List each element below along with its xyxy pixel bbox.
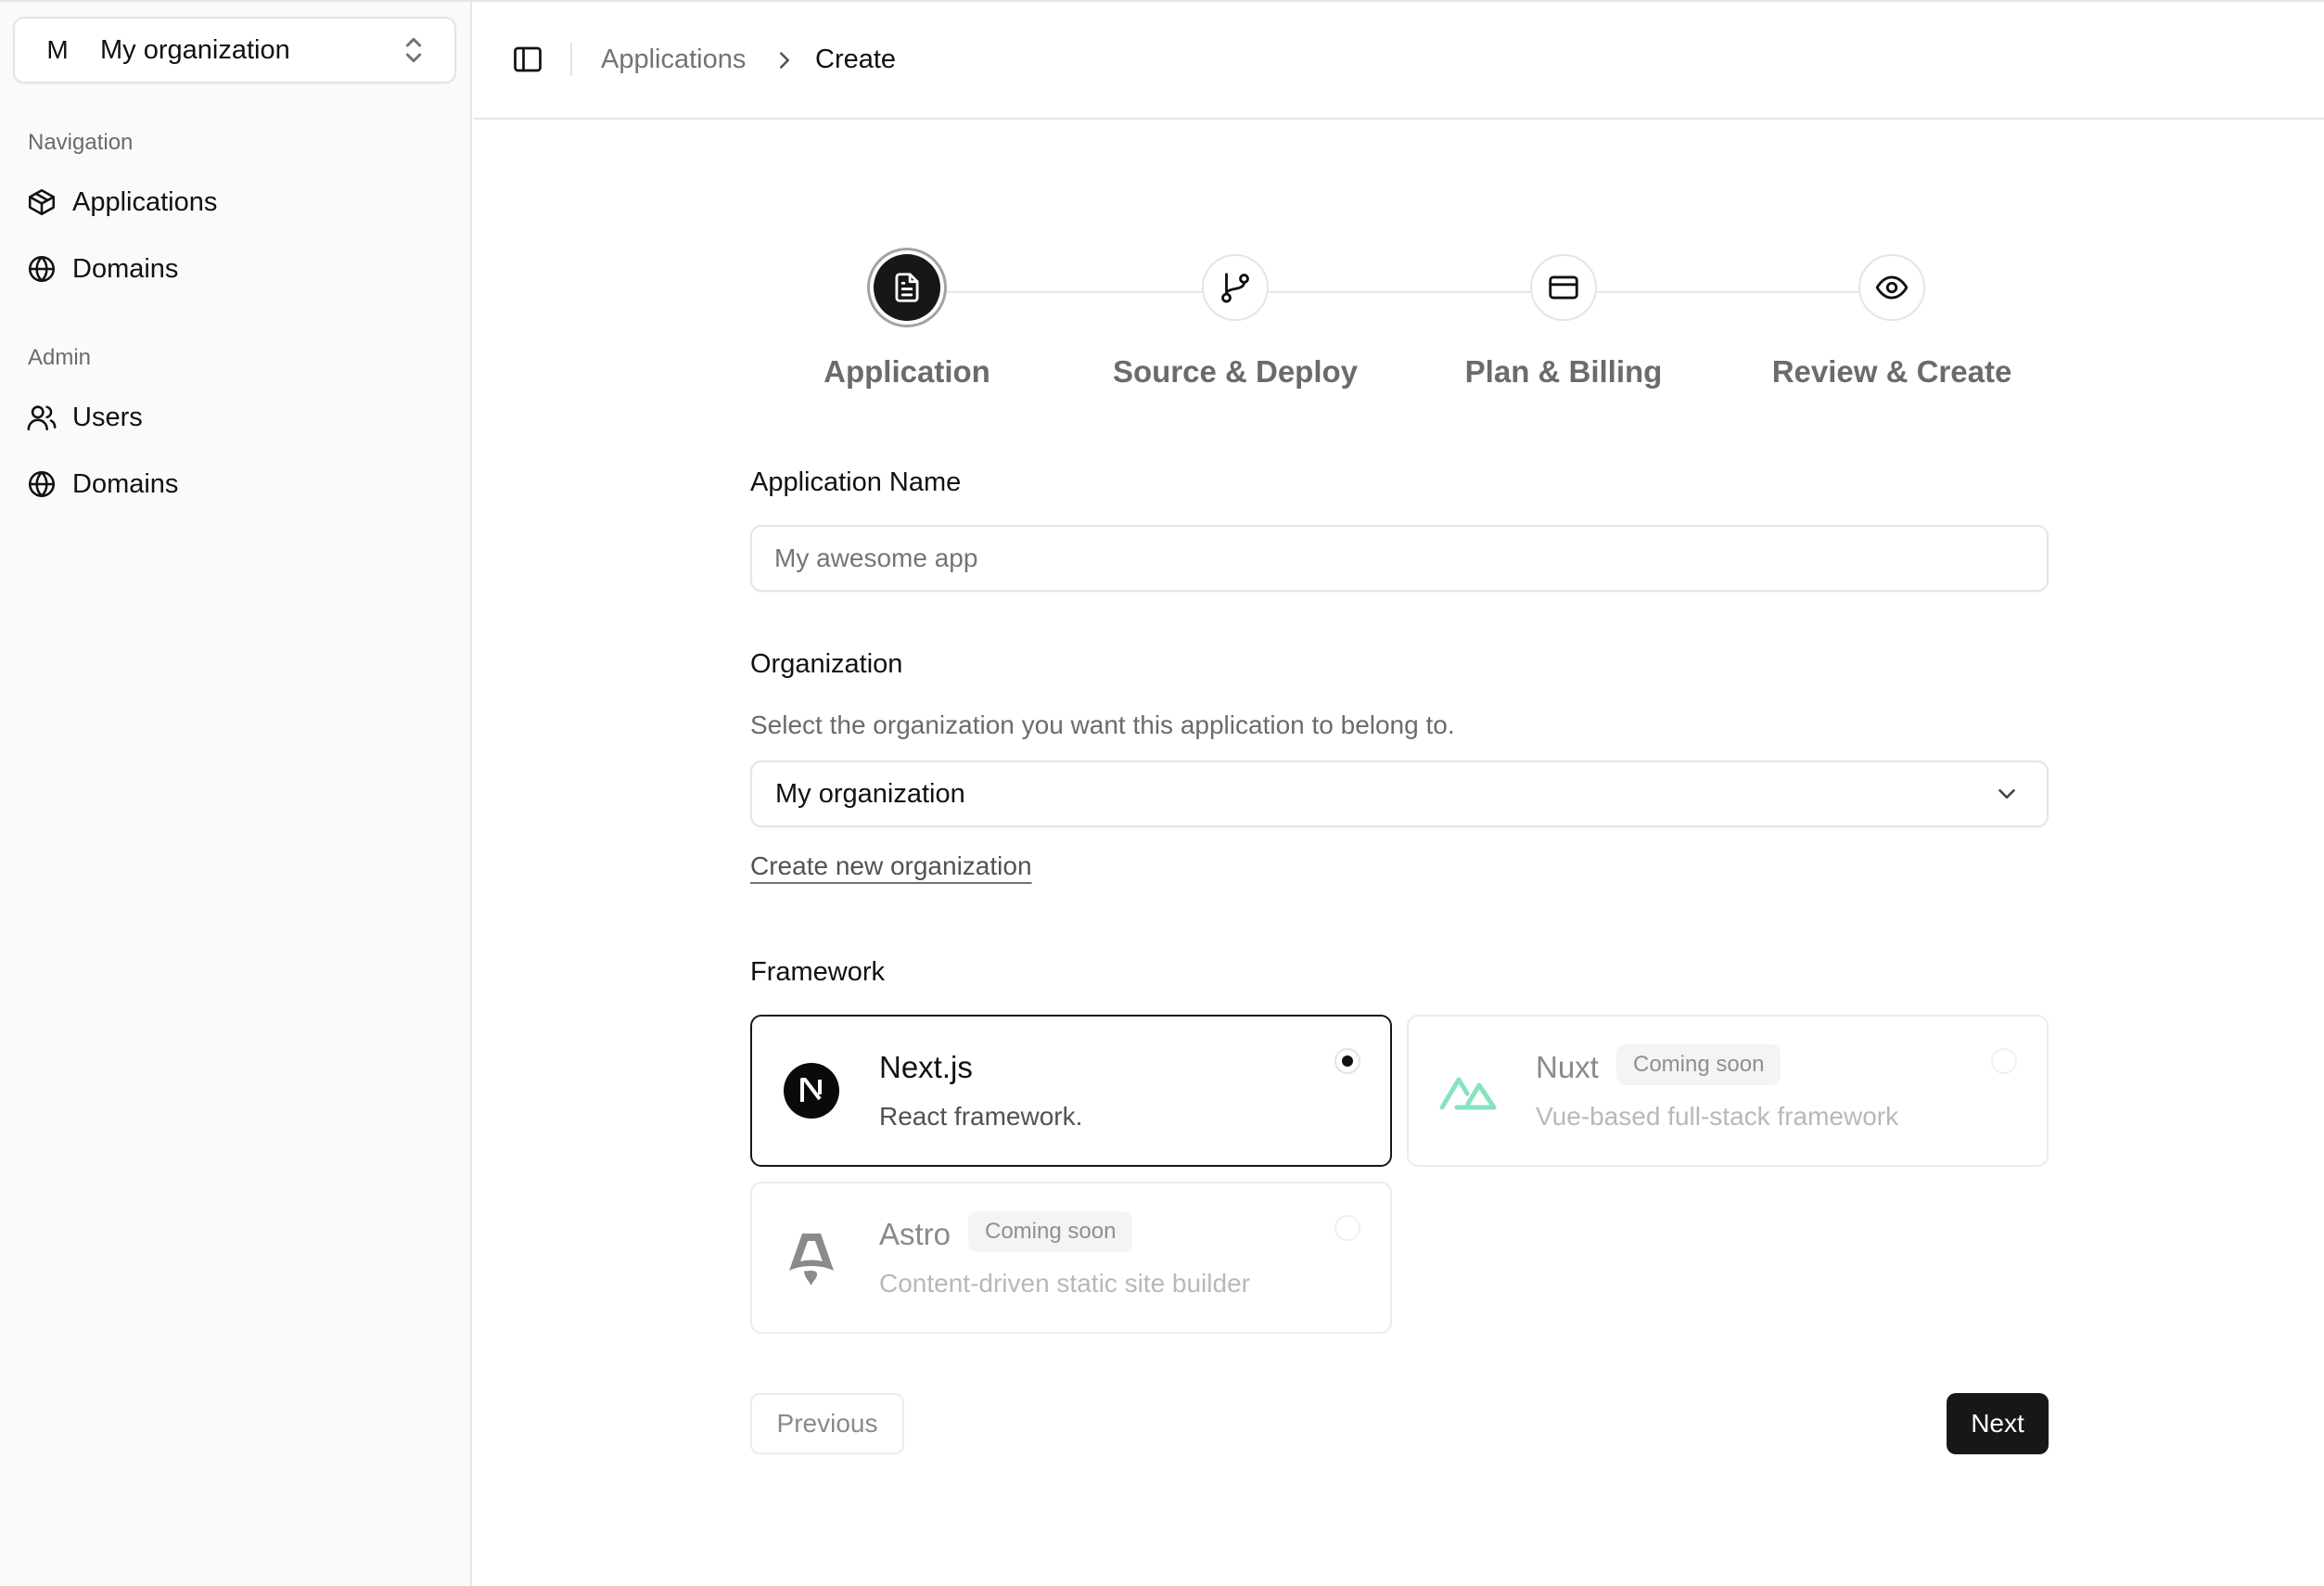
sidebar-item-label: Applications — [72, 186, 218, 217]
nuxt-logo-icon — [1439, 1077, 1497, 1110]
header-divider — [570, 43, 572, 76]
framework-option-nextjs[interactable]: Next.js React framework. — [750, 1015, 1392, 1167]
breadcrumb-applications[interactable]: Applications — [601, 45, 746, 75]
chevron-right-icon — [780, 52, 789, 69]
step-label-plan-billing: Plan & Billing — [1464, 354, 1663, 389]
eye-icon — [1875, 275, 1909, 300]
credit-card-icon — [1549, 275, 1578, 300]
step-label-source-deploy: Source & Deploy — [1112, 354, 1359, 389]
framework-description: React framework. — [879, 1102, 1083, 1131]
stepper-connector — [940, 291, 1202, 293]
previous-button[interactable]: Previous — [750, 1393, 904, 1454]
nextjs-logo-icon — [784, 1063, 839, 1119]
app-name-label: Application Name — [750, 467, 962, 497]
breadcrumb-current: Create — [815, 45, 897, 74]
file-text-icon — [895, 273, 919, 302]
globe-icon — [28, 255, 56, 283]
sidebar-item-users[interactable]: Users — [13, 390, 456, 445]
sidebar-item-label: Domains — [72, 468, 179, 499]
framework-radio[interactable] — [1991, 1048, 2017, 1074]
header: Applications Create — [474, 2, 2324, 120]
chevron-down-icon — [1998, 789, 2015, 799]
framework-radio[interactable] — [1334, 1215, 1360, 1241]
organization-select-value: My organization — [775, 778, 965, 809]
create-organization-link[interactable]: Create new organization — [750, 851, 1032, 881]
framework-option-astro[interactable]: Astro Coming soon Content-driven static … — [750, 1182, 1392, 1334]
stepper-connector — [1269, 291, 1530, 293]
framework-description: Content-driven static site builder — [879, 1269, 1250, 1298]
step-label-review-create: Review & Create — [1771, 354, 2012, 389]
step-source-deploy[interactable] — [1202, 254, 1269, 321]
framework-name: Nuxt — [1536, 1050, 1599, 1084]
sidebar-item-label: Domains — [72, 253, 179, 284]
sidebar-toggle-icon[interactable] — [511, 43, 544, 76]
sidebar-item-admin-domains[interactable]: Domains — [13, 456, 456, 512]
app-root: M My organization Navigation Application… — [0, 0, 2324, 1586]
step-plan-billing[interactable] — [1530, 254, 1597, 321]
coming-soon-badge: Coming soon — [968, 1211, 1133, 1252]
app-name-input[interactable] — [750, 525, 2049, 592]
step-label-application: Application — [824, 354, 990, 389]
nav-group-label-admin: Admin — [28, 345, 92, 370]
org-avatar: M — [46, 35, 69, 64]
coming-soon-badge: Coming soon — [1616, 1044, 1781, 1085]
organization-select[interactable]: My organization — [750, 761, 2049, 827]
sidebar-item-domains[interactable]: Domains — [13, 241, 456, 297]
stepper-connector — [1597, 291, 1858, 293]
org-switcher[interactable]: M My organization — [13, 17, 456, 83]
organization-label: Organization — [750, 649, 903, 679]
org-switcher-name: My organization — [100, 34, 290, 65]
framework-name: Astro — [879, 1217, 951, 1251]
framework-label: Framework — [750, 957, 886, 987]
step-application[interactable] — [874, 254, 940, 321]
git-branch-icon — [1221, 273, 1249, 303]
sidebar-item-applications[interactable]: Applications — [13, 174, 456, 230]
package-icon — [28, 188, 56, 216]
organization-helper-text: Select the organization you want this ap… — [750, 710, 1455, 739]
nav-group-label-navigation: Navigation — [28, 130, 134, 155]
sidebar: M My organization Navigation Application… — [0, 0, 472, 1586]
framework-option-nuxt[interactable]: Nuxt Coming soon Vue-based full-stack fr… — [1407, 1015, 2049, 1167]
framework-description: Vue-based full-stack framework — [1536, 1102, 1899, 1131]
next-button[interactable]: Next — [1947, 1393, 2049, 1454]
framework-radio[interactable] — [1334, 1048, 1360, 1074]
chevrons-up-down-icon — [405, 37, 422, 63]
framework-name: Next.js — [879, 1050, 973, 1084]
astro-logo-icon — [789, 1234, 834, 1285]
step-review-create[interactable] — [1858, 254, 1925, 321]
sidebar-item-label: Users — [72, 402, 143, 432]
globe-icon — [28, 470, 56, 498]
users-icon — [27, 405, 57, 431]
